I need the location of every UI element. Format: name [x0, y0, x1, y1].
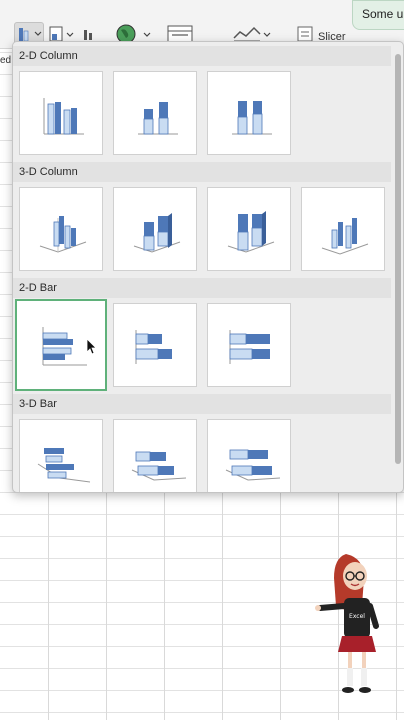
100-stacked-column-option[interactable] [207, 71, 291, 155]
3d-stacked-column-icon [133, 213, 181, 253]
3d-stacked-bar-icon [131, 451, 187, 481]
100-stacked-bar-icon [229, 330, 270, 364]
3d-clustered-column-icon [39, 216, 87, 253]
stacked-bar-icon [135, 330, 172, 364]
3d-100-stacked-bar-icon [225, 449, 281, 481]
3d-stacked-bar-option[interactable] [113, 419, 197, 492]
notification-banner[interactable]: Some u [352, 0, 404, 30]
3d-stacked-column-option[interactable] [113, 187, 197, 271]
3d-column-icon [321, 218, 369, 255]
3d-column-option[interactable] [301, 187, 385, 271]
chart-type-dropdown: 2-D Column 3-D Column 2-D Bar 3-D Bar [12, 41, 404, 493]
3d-clustered-column-option[interactable] [19, 187, 103, 271]
shirt-text: Excel [349, 613, 365, 620]
clustered-column-icon [43, 98, 84, 135]
section-header-3d-column: 3-D Column [13, 162, 391, 182]
3d-100-stacked-bar-option[interactable] [207, 419, 291, 492]
3d-100-stacked-column-icon [227, 211, 275, 253]
stacked-column-option[interactable] [113, 71, 197, 155]
section-header-2d-bar: 2-D Bar [13, 278, 391, 298]
mouse-pointer-icon [86, 338, 97, 355]
section-header-2d-column: 2-D Column [13, 46, 391, 66]
stacked-bar-option[interactable] [113, 303, 197, 387]
ribbon-cut-label: ed [0, 55, 12, 66]
notification-text: Some u [362, 7, 404, 21]
100-stacked-bar-option[interactable] [207, 303, 291, 387]
stacked-column-icon [138, 102, 178, 135]
3d-100-stacked-column-option[interactable] [207, 187, 291, 271]
100-stacked-column-icon [232, 101, 272, 135]
cartoon-presenter-figure: Excel [315, 554, 379, 693]
dropdown-scrollbar[interactable] [395, 46, 401, 486]
clustered-column-option[interactable] [19, 71, 103, 155]
3d-clustered-bar-icon [37, 448, 91, 483]
scrollbar-thumb[interactable] [395, 54, 401, 464]
3d-clustered-bar-option[interactable] [19, 419, 103, 492]
section-header-3d-bar: 3-D Bar [13, 394, 391, 414]
